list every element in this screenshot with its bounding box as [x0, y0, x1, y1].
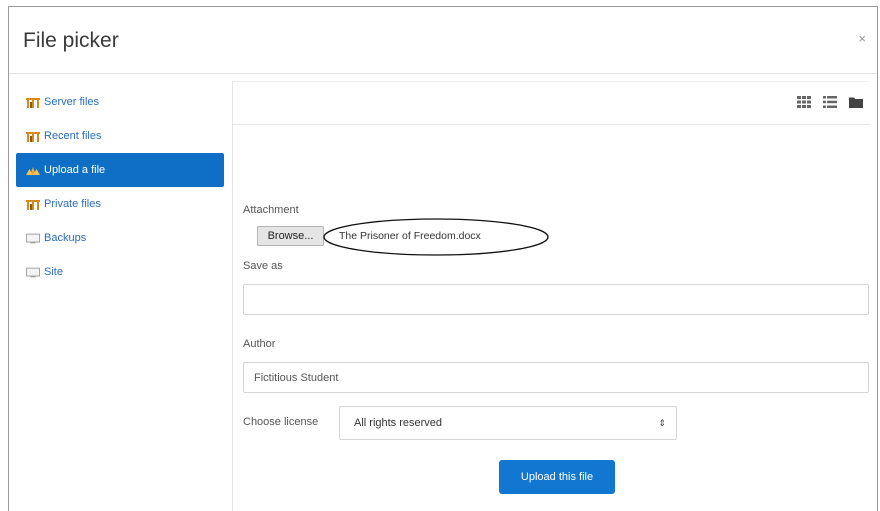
save-as-label: Save as [243, 260, 283, 272]
dialog-header: File picker × [9, 7, 877, 74]
folder-view-icon[interactable] [849, 96, 863, 108]
sidebar-item-label: Upload a file [44, 164, 106, 176]
license-row: Choose license All rights reserved ⇕ [243, 406, 869, 440]
sidebar-item-upload-a-file[interactable]: Upload a file [16, 153, 224, 187]
file-picker-dialog: File picker × Server files Recent files … [8, 6, 878, 511]
grid-view-icon[interactable] [797, 96, 811, 108]
sidebar-item-label: Site [44, 266, 63, 278]
sidebar-item-label: Recent files [44, 130, 102, 142]
upload-icon [26, 166, 40, 175]
sidebar-item-site[interactable]: Site [16, 255, 224, 289]
repository-sidebar: Server files Recent files Upload a file … [16, 85, 224, 289]
attachment-field: Browse... The Prisoner of Freedom.docx [243, 218, 869, 256]
repository-icon [26, 131, 40, 142]
sidebar-item-label: Backups [44, 232, 87, 244]
view-toolbar [233, 81, 870, 125]
close-icon[interactable]: × [858, 31, 866, 46]
sidebar-item-label: Server files [44, 96, 100, 108]
sidebar-item-server-files[interactable]: Server files [16, 85, 224, 119]
attachment-label: Attachment [243, 204, 299, 216]
sidebar-item-backups[interactable]: Backups [16, 221, 224, 255]
repository-icon [26, 199, 40, 210]
author-input[interactable] [243, 362, 869, 393]
license-selected-value: All rights reserved [354, 417, 443, 429]
sidebar-item-recent-files[interactable]: Recent files [16, 119, 224, 153]
browse-button[interactable]: Browse... [257, 226, 324, 246]
dialog-title: File picker [23, 29, 119, 52]
upload-form: Attachment Browse... The Prisoner of Fre… [243, 204, 869, 440]
monitor-icon [26, 267, 40, 277]
view-switcher [797, 96, 863, 108]
list-view-icon[interactable] [823, 96, 837, 108]
save-as-input[interactable] [243, 284, 869, 315]
monitor-icon [26, 233, 40, 243]
author-label: Author [243, 338, 276, 350]
sidebar-item-label: Private files [44, 198, 101, 210]
repository-icon [26, 97, 40, 108]
select-caret-icon: ⇕ [658, 418, 666, 428]
sidebar-item-private-files[interactable]: Private files [16, 187, 224, 221]
license-label: Choose license [243, 416, 319, 428]
selected-file-name: The Prisoner of Freedom.docx [339, 230, 481, 242]
upload-button[interactable]: Upload this file [499, 460, 615, 494]
license-select[interactable]: All rights reserved ⇕ [339, 406, 677, 440]
